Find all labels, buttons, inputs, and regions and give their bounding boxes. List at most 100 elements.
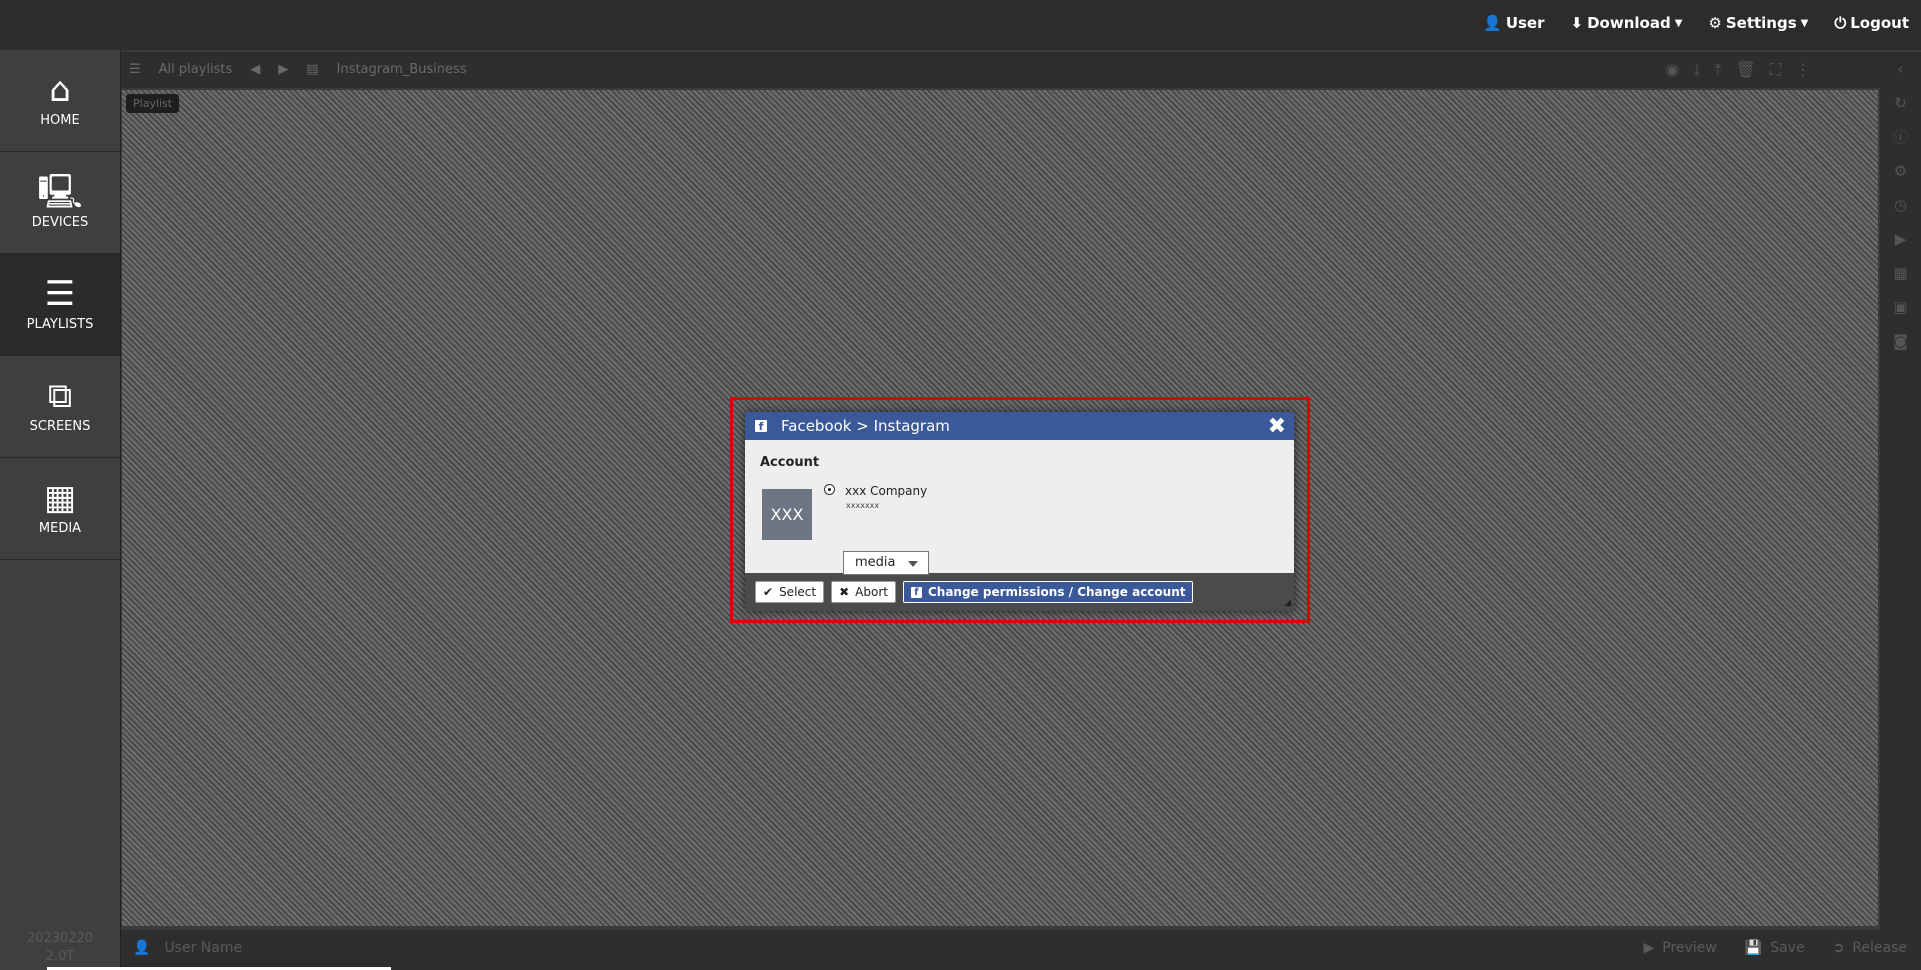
camera-icon[interactable]: ◙ [1880,324,1921,358]
arrow-left-icon[interactable]: ◀ [250,62,260,77]
sidebar-item-label: SCREENS [29,419,91,434]
save-label: Save [1770,940,1805,956]
settings-menu[interactable]: ⚙ Settings ▼ [1708,14,1808,32]
right-rail: ‹ ↻ ⓘ ⚙ ◷ ▶ ▦ ▣ ◙ [1880,52,1921,932]
more-vertical-icon[interactable]: ⋮ [1795,60,1811,80]
layout-icon[interactable]: ▦ [1880,256,1921,290]
logout-label: Logout [1850,14,1909,32]
sidebar-item-screens[interactable]: ⧉ SCREENS [0,356,120,458]
caret-down-icon: ▼ [1800,17,1809,29]
download-label: Download [1587,14,1671,32]
settings-label: Settings [1725,14,1797,32]
toolbar-right: ◉ ⤓ ⤒ 🗑 ⛶ ⋮ [1665,60,1811,80]
video-icon[interactable]: ▶ [1880,222,1921,256]
dialog-footer: ✔ Select ✖ Abort f Change permissions / … [755,581,1194,603]
devices-icon: 🖳 [37,172,83,212]
facebook-icon: f [910,586,922,598]
circle-icon[interactable]: ◉ [1665,60,1679,80]
check-icon: ✔ [763,585,774,599]
toolbar-left: ☰ All playlists ◀ ▶ ▤ Instagram_Business [129,62,467,77]
select-button-label: Select [779,585,817,599]
sidebar-item-label: HOME [40,113,80,128]
version-info: 20230220 2.0T [0,930,120,966]
avatar: XXX [762,489,812,540]
company-name: xxx Company [845,484,928,498]
playlists-icon: ☰ [44,274,76,314]
change-account-button[interactable]: f Change permissions / Change account [902,581,1194,603]
account-radio[interactable] [824,484,835,495]
user-icon: 👤 [1483,14,1502,32]
gear-icon[interactable]: ⚙ [1880,154,1921,188]
dialog-body: Account XXX xxx Company xxxxxxx media [745,440,1294,575]
dialog-header: f Facebook > Instagram ✖ [745,412,1294,440]
playlist-icon: ▤ [306,62,319,77]
sidebar-item-label: DEVICES [31,215,89,230]
abort-button-label: Abort [855,585,888,599]
x-icon: ✖ [839,585,850,599]
save-button[interactable]: 💾 Save [1745,940,1805,956]
release-label: Release [1852,940,1907,956]
preview-button[interactable]: ▶ Preview [1643,940,1716,956]
top-nav: 👤 User ⬇ Download ▼ ⚙ Settings ▼ ⏻ Logou… [1483,14,1909,32]
media-select[interactable]: media [843,551,929,575]
fullscreen-icon[interactable]: ⛶ [1770,60,1781,80]
download-icon: ⬇ [1570,14,1584,32]
release-button[interactable]: ➲ Release [1833,940,1907,956]
abort-button[interactable]: ✖ Abort [831,581,896,603]
user-menu[interactable]: 👤 User [1483,14,1544,32]
download-menu[interactable]: ⬇ Download ▼ [1571,14,1683,32]
user-label: User [1505,14,1545,32]
sidebar-item-label: PLAYLISTS [26,317,94,332]
version-date: 20230220 [26,931,94,946]
image-icon[interactable]: ▣ [1880,290,1921,324]
clock-icon[interactable]: ◷ [1880,188,1921,222]
sidebar-item-devices[interactable]: 🖳 DEVICES [0,152,120,254]
top-bar: 👤 User ⬇ Download ▼ ⚙ Settings ▼ ⏻ Logou… [0,0,1921,50]
chevron-down-icon [908,561,918,567]
arrow-right-icon[interactable]: ▶ [278,62,288,77]
facebook-icon: f [755,420,767,433]
caret-down-icon: ▼ [1674,17,1683,29]
download-icon[interactable]: ⤓ [1693,60,1700,80]
sidebar-item-media[interactable]: ▦ MEDIA [0,458,120,560]
media-select-value: media [855,555,896,570]
sidebar-item-home[interactable]: ⌂ HOME [0,50,120,152]
all-playlists-link[interactable]: All playlists [159,62,233,77]
screens-icon: ⧉ [47,376,73,416]
sidebar-item-playlists[interactable]: ☰ PLAYLISTS [0,254,120,356]
playlist-tag: Playlist [126,94,180,113]
version-number: 2.0T [45,949,75,964]
bottom-actions: ▶ Preview 💾 Save ➲ Release [1643,940,1907,956]
release-icon: ➲ [1832,940,1845,956]
power-icon: ⏻ [1834,14,1847,32]
play-icon: ▶ [1643,940,1655,956]
company-subtext: xxxxxxx [846,501,880,510]
sidebar: ⌂ HOME 🖳 DEVICES ☰ PLAYLISTS ⧉ SCREENS ▦… [0,50,121,970]
gear-icon: ⚙ [1708,14,1722,32]
change-account-label: Change permissions / Change account [927,585,1186,599]
user-info: 👤 User Name [133,940,242,956]
info-icon[interactable]: ⓘ [1880,120,1921,154]
chevron-left-icon[interactable]: ‹ [1880,52,1921,86]
playlist-toolbar: ☰ All playlists ◀ ▶ ▤ Instagram_Business… [121,52,1881,88]
preview-label: Preview [1662,940,1717,956]
playlist-name[interactable]: Instagram_Business [337,62,467,77]
trash-icon[interactable]: 🗑 [1735,60,1755,80]
home-icon: ⌂ [49,70,71,110]
resize-handle-icon[interactable]: ◢ [1284,598,1291,608]
username-label: User Name [164,940,243,956]
dialog-title: Facebook > Instagram [781,417,950,435]
instagram-dialog: f Facebook > Instagram ✖ Account XXX xxx… [745,412,1294,611]
list-icon: ☰ [129,62,141,77]
sidebar-item-label: MEDIA [38,521,82,536]
user-icon: 👤 [133,940,151,956]
floppy-icon: 💾 [1744,940,1763,956]
media-icon: ▦ [43,478,77,518]
close-icon[interactable]: ✖ [1268,414,1286,439]
account-label: Account [760,455,820,470]
bottom-bar: 👤 User Name ▶ Preview 💾 Save ➲ Release [121,930,1921,970]
select-button[interactable]: ✔ Select [755,581,825,603]
upload-icon[interactable]: ⤒ [1714,60,1721,80]
logout-button[interactable]: ⏻ Logout [1834,14,1909,32]
refresh-icon[interactable]: ↻ [1880,86,1921,120]
